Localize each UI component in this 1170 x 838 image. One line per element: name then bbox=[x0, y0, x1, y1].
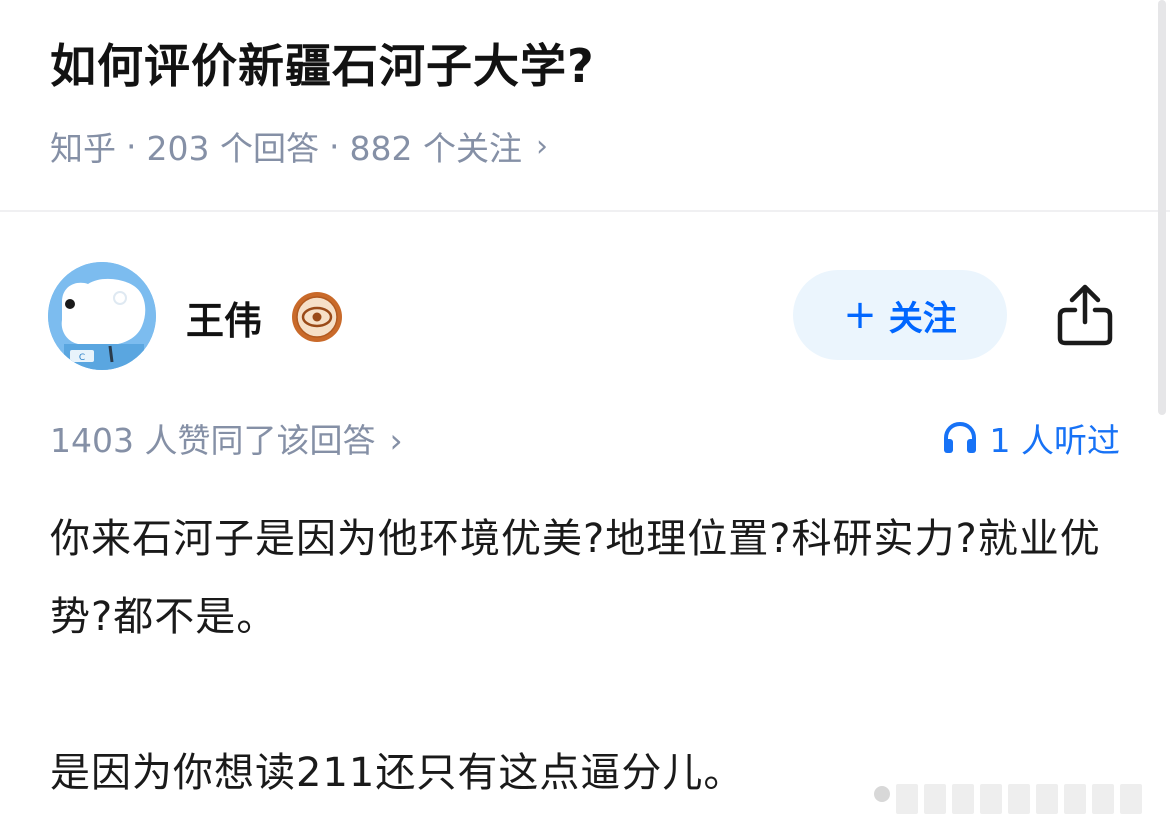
follow-label: 关注 bbox=[888, 298, 957, 339]
meta-separator: · bbox=[328, 126, 340, 166]
author-name[interactable]: 王伟 bbox=[186, 290, 262, 345]
source-label: 知乎 bbox=[50, 129, 116, 168]
follower-count: 882 个关注 bbox=[349, 129, 522, 168]
svg-text:C: C bbox=[79, 353, 85, 363]
plus-icon: + bbox=[843, 292, 877, 338]
agree-text: 1403 人赞同了该回答 bbox=[50, 421, 376, 460]
chevron-right-icon: › bbox=[535, 128, 548, 164]
chevron-right-icon: › bbox=[389, 421, 403, 460]
agree-count[interactable]: 1403 人赞同了该回答 › bbox=[50, 414, 403, 462]
avatar[interactable]: C bbox=[48, 262, 156, 370]
answer-count: 203 个回答 bbox=[146, 129, 319, 168]
section-divider bbox=[0, 210, 1170, 212]
answer-paragraph: 你来石河子是因为他环境优美?地理位置?科研实力?就业优势?都不是。 bbox=[50, 516, 1101, 640]
follow-button[interactable]: + 关注 bbox=[793, 270, 1007, 360]
polar-bear-avatar-icon: C bbox=[48, 262, 156, 370]
headphones-icon bbox=[943, 421, 976, 453]
question-meta[interactable]: 知乎 · 203 个回答 · 882 个关注 › bbox=[50, 122, 548, 170]
question-title[interactable]: 如何评价新疆石河子大学? bbox=[50, 30, 595, 96]
eye-badge-icon[interactable] bbox=[291, 291, 343, 343]
answer-content: 你来石河子是因为他环境优美?地理位置?科研实力?就业优势?都不是。 是因为你想读… bbox=[50, 500, 1120, 812]
listen-text: 1 人听过 bbox=[989, 421, 1121, 460]
meta-separator: · bbox=[126, 126, 137, 166]
answer-page: 如何评价新疆石河子大学? 知乎 · 203 个回答 · 882 个关注 › C … bbox=[0, 0, 1170, 838]
watermark-logo bbox=[866, 772, 1166, 832]
listen-count[interactable]: 1 人听过 bbox=[942, 414, 1121, 462]
scrollbar[interactable] bbox=[1158, 0, 1166, 415]
share-icon[interactable] bbox=[1056, 282, 1114, 346]
